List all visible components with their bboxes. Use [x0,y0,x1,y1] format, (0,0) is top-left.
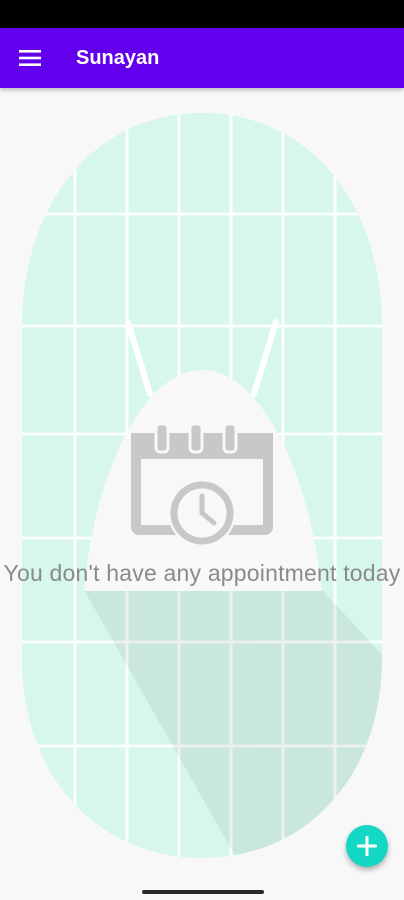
menu-button[interactable] [8,36,52,80]
hamburger-menu-icon [19,50,41,66]
empty-state-illustration [22,113,382,858]
add-appointment-button[interactable] [346,825,388,867]
empty-state-message: You don't have any appointment today [3,560,401,586]
app-bar: Sunayan [0,28,404,88]
app-title: Sunayan [76,47,160,69]
app-screen: Sunayan You don't have any appointment t… [0,0,404,900]
home-indicator[interactable] [142,890,264,894]
plus-icon [357,836,377,856]
status-bar [0,0,404,28]
navigation-bar [0,882,404,900]
main-content: You don't have any appointment today [0,88,404,882]
